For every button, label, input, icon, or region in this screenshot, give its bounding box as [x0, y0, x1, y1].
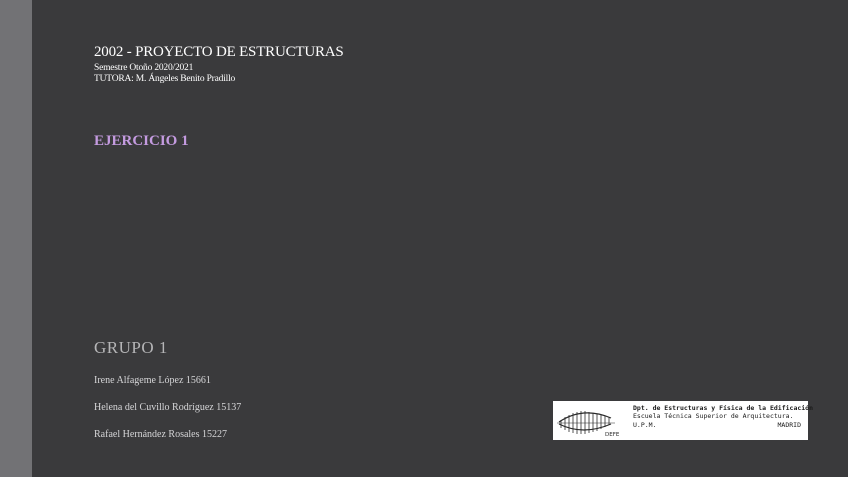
course-semester: Semestre Otoño 2020/2021: [94, 63, 194, 73]
department-emblem-icon: DEFE: [557, 411, 620, 438]
department-city: MADRID: [777, 420, 801, 429]
side-strip: [0, 0, 32, 477]
department-school: Escuela Técnica Superior de Arquitectura…: [633, 412, 794, 421]
group-member: Helena del Cuvillo Rodríguez 15137: [94, 402, 242, 413]
department-text: Dpt. de Estructuras y Física de la Edifi…: [633, 404, 814, 429]
group-member: Irene Alfageme López 15661: [94, 375, 211, 386]
course-tutor: TUTORA: M. Ángeles Benito Pradillo: [94, 74, 236, 84]
department-emblem-text: DEFE: [605, 432, 620, 438]
department-logo: DEFE Dpt. de Estructuras y Física de la …: [553, 401, 814, 440]
department-university: U.P.M.: [633, 420, 657, 429]
course-title: 2002 - PROYECTO DE ESTRUCTURAS: [94, 44, 344, 60]
group-member: Rafael Hernández Rosales 15227: [94, 429, 228, 440]
slide: 2002 - PROYECTO DE ESTRUCTURAS Semestre …: [32, 0, 848, 477]
group-title: GRUPO 1: [94, 338, 168, 357]
department-location: U.P.M. MADRID: [633, 421, 801, 429]
department-name: Dpt. de Estructuras y Física de la Edifi…: [633, 404, 814, 412]
exercise-title: EJERCICIO 1: [94, 133, 189, 149]
